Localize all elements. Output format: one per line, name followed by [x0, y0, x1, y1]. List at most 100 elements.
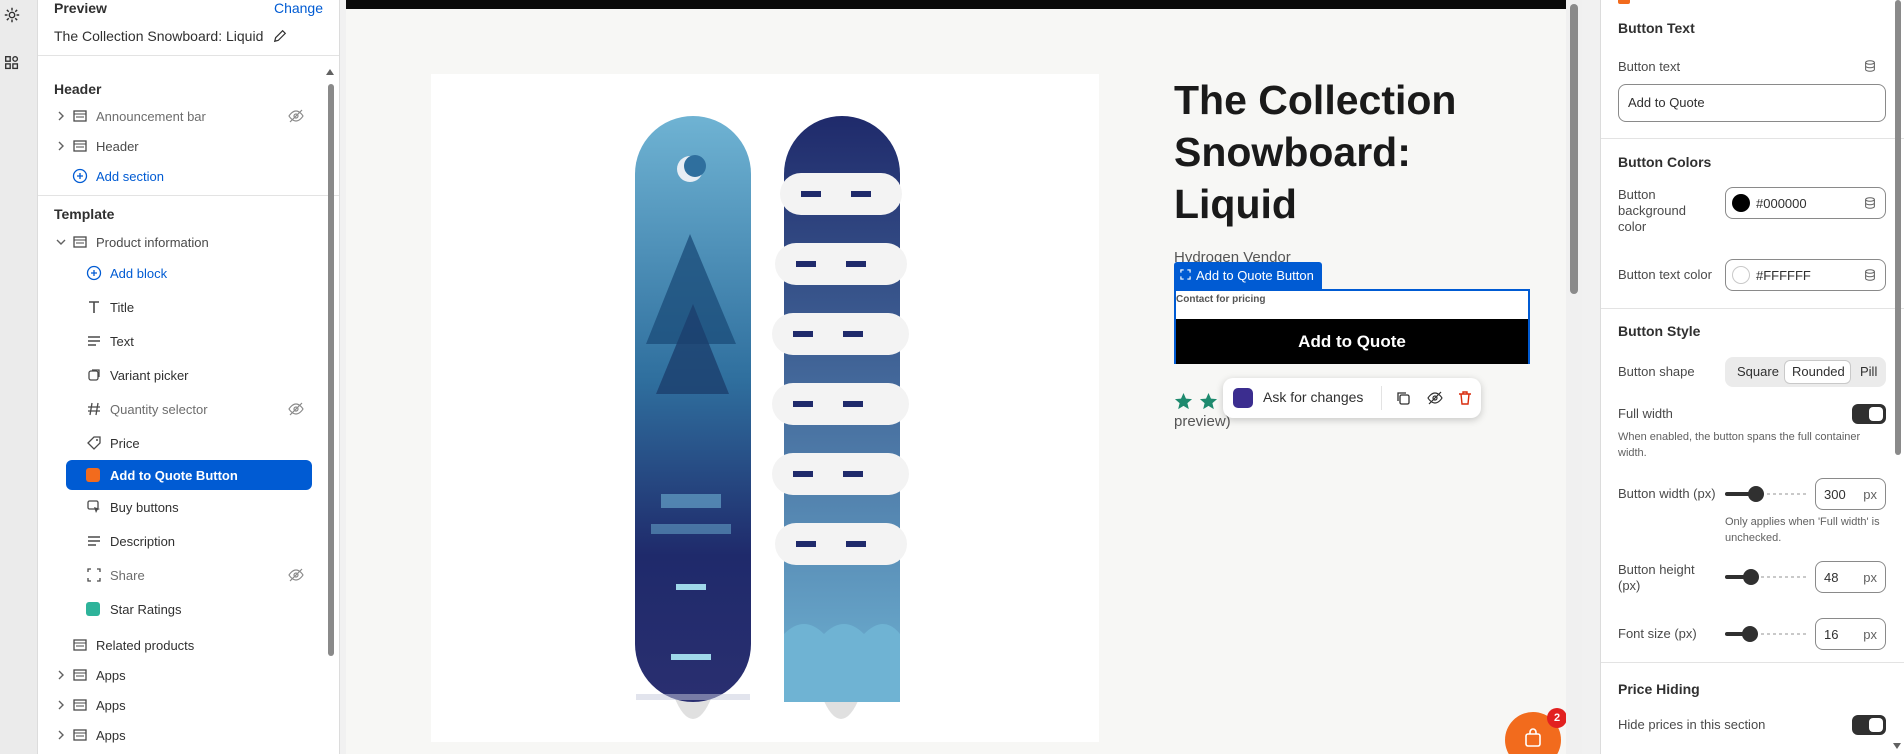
scroll-up-icon[interactable] [325, 68, 335, 76]
font-size-number-input[interactable]: 16 px [1815, 618, 1886, 650]
reviews-text: preview) [1174, 413, 1231, 430]
color-swatch[interactable] [1732, 194, 1750, 212]
dynamic-source-icon[interactable] [1863, 196, 1877, 210]
eye-hidden-icon[interactable] [1427, 390, 1443, 406]
gear-icon[interactable] [3, 6, 21, 24]
tree-item-apps[interactable]: Apps [38, 690, 339, 720]
panel-scrollbar[interactable] [1895, 0, 1901, 455]
width-number-input[interactable]: 300 px [1815, 478, 1886, 510]
color-hex: #000000 [1756, 196, 1807, 211]
add-to-quote-button[interactable]: Add to Quote [1176, 319, 1528, 364]
hide-prices-toggle[interactable] [1852, 715, 1886, 735]
shape-option-rounded[interactable]: Rounded [1792, 364, 1845, 379]
product-image[interactable] [431, 74, 1099, 742]
ai-assistant-icon[interactable] [1233, 388, 1253, 408]
template-group-title: Template [54, 206, 115, 222]
canvas-scrollbar[interactable] [1570, 4, 1578, 294]
bg-color-picker[interactable]: #000000 [1725, 187, 1886, 219]
sidebar-scrollbar[interactable] [328, 84, 334, 656]
block-item-label: Add to Quote Button [110, 467, 238, 483]
apps-icon[interactable] [3, 54, 21, 72]
full-width-toggle[interactable] [1852, 404, 1886, 424]
text-icon [88, 336, 100, 346]
full-width-label: Full width [1618, 406, 1673, 421]
block-item-price[interactable]: Price [38, 426, 339, 460]
trash-icon[interactable] [1457, 390, 1473, 406]
block-item-title[interactable]: Title [38, 290, 339, 324]
focus-frame-icon [1180, 269, 1191, 280]
slider-handle[interactable] [1742, 626, 1758, 642]
button-style-heading: Button Style [1618, 323, 1701, 339]
tree-item-product-information[interactable]: Product information [38, 228, 339, 256]
height-number-input[interactable]: 48 px [1815, 561, 1886, 593]
dynamic-source-icon[interactable] [1863, 268, 1877, 282]
pencil-icon[interactable] [273, 29, 287, 43]
block-item-label: Variant picker [110, 367, 189, 383]
dynamic-source-icon[interactable] [1863, 59, 1877, 73]
block-item-text[interactable]: Text [38, 324, 339, 358]
width-slider[interactable] [1725, 486, 1807, 502]
add-section-button[interactable]: Add section [38, 161, 339, 191]
section-icon [73, 729, 87, 741]
height-slider[interactable] [1725, 569, 1807, 585]
block-item-label: Description [110, 533, 176, 549]
scroll-down-icon[interactable] [1892, 742, 1902, 750]
block-item-star-ratings[interactable]: Star Ratings [38, 592, 339, 626]
shape-option-square[interactable]: Square [1737, 364, 1779, 379]
width-help: Only applies when 'Full width' is unchec… [1725, 516, 1880, 544]
tree-item-related-products[interactable]: Related products [38, 630, 339, 660]
block-item-share[interactable]: Share [38, 558, 339, 592]
add-to-quote-block[interactable]: Contact for pricing Add to Quote [1174, 289, 1530, 364]
toolbar-divider [1381, 386, 1382, 410]
shape-label: Button shape [1618, 364, 1695, 379]
text-color-label: Button text color [1618, 267, 1712, 282]
chevron-down-icon[interactable] [56, 237, 66, 247]
slider-handle[interactable] [1748, 486, 1764, 502]
star-icon [1174, 392, 1193, 410]
button-text-label: Button text [1618, 59, 1681, 74]
font-size-label: Font size (px) [1618, 626, 1697, 641]
block-item-add-to-quote-button[interactable]: Add to Quote Button [38, 460, 339, 490]
tree-item-apps[interactable]: Apps [38, 720, 339, 750]
text-color-picker[interactable]: #FFFFFF [1725, 259, 1886, 291]
theme-editor: Preview Change The Collection Snowboard:… [0, 0, 1904, 754]
font-size-slider[interactable] [1725, 626, 1807, 642]
chevron-right-icon[interactable] [56, 141, 66, 151]
tree-item-announcement-bar[interactable]: Announcement bar [38, 101, 339, 131]
tree-item-label: Apps [96, 727, 126, 743]
change-preview-link[interactable]: Change [274, 0, 323, 16]
add-block-button[interactable]: Add block [38, 256, 339, 290]
contact-for-pricing: Contact for pricing [1176, 294, 1266, 305]
color-swatch[interactable] [1732, 266, 1750, 284]
tree-item-header[interactable]: Header [38, 131, 339, 161]
eye-hidden-icon[interactable] [288, 401, 304, 417]
star-icon [1199, 392, 1218, 410]
ask-for-changes-button[interactable]: Ask for changes [1263, 389, 1363, 405]
block-item-buy-buttons[interactable]: Buy buttons [38, 490, 339, 524]
slider-handle[interactable] [1743, 569, 1759, 585]
button-text-input[interactable]: Add to Quote [1618, 84, 1886, 122]
title-icon [89, 301, 99, 313]
divider [1601, 308, 1904, 309]
block-item-description[interactable]: Description [38, 524, 339, 558]
chevron-right-icon[interactable] [56, 670, 66, 680]
preview-product[interactable]: The Collection Snowboard: Liquid [54, 28, 287, 44]
divider [38, 195, 339, 196]
plus-circle-icon [86, 265, 102, 281]
block-item-variant-picker[interactable]: Variant picker [38, 358, 339, 392]
eye-hidden-icon[interactable] [288, 108, 304, 124]
block-item-quantity-selector[interactable]: Quantity selector [38, 392, 339, 426]
button-colors-heading: Button Colors [1618, 154, 1712, 170]
product-title: The Collection Snowboard: Liquid [1174, 77, 1457, 227]
selected-block-tag[interactable]: Add to Quote Button [1174, 262, 1322, 289]
duplicate-icon[interactable] [1395, 390, 1411, 406]
shape-option-pill[interactable]: Pill [1860, 364, 1877, 379]
chevron-right-icon[interactable] [56, 111, 66, 121]
tree-item-apps[interactable]: Apps [38, 660, 339, 690]
tree-item-label: Apps [96, 697, 126, 713]
color-hex: #FFFFFF [1756, 268, 1811, 283]
eye-hidden-icon[interactable] [288, 567, 304, 583]
chevron-right-icon[interactable] [56, 700, 66, 710]
chevron-right-icon[interactable] [56, 730, 66, 740]
variant-icon [88, 369, 100, 381]
